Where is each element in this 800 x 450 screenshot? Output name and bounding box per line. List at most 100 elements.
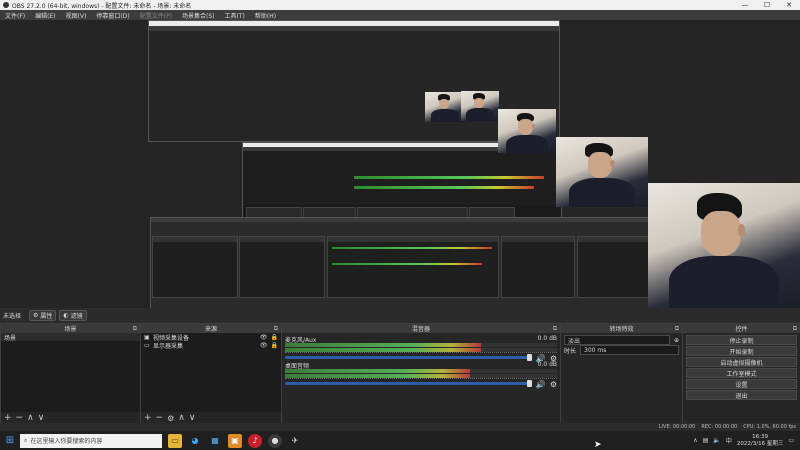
ime-icon[interactable]: 中 (726, 436, 732, 445)
tray-chevron-icon[interactable]: ∧ (693, 437, 697, 444)
undock-icon[interactable]: ⧉ (274, 325, 278, 333)
cpu-status: CPU: 1.0%, 60.00 fps (743, 424, 796, 430)
controls-title: 控件 (735, 326, 748, 333)
edge-icon[interactable]: ◕ (188, 434, 202, 448)
audio-mixer-dock: 混音器 ⧉ 麦克风/Aux 0.0 dB 🔊 ⚙ 桌面音频 0.0 dB 🔊 ⚙ (281, 323, 561, 425)
menu-file[interactable]: 文件(F) (0, 11, 30, 20)
window-titlebar: OBS 27.2.0 (64-bit, windows) - 配置文件: 未命名… (0, 0, 800, 10)
duration-input[interactable]: 300 ms (580, 345, 679, 355)
menu-help[interactable]: 帮助(H) (250, 11, 281, 20)
obs-taskbar-icon[interactable]: ● (268, 433, 282, 448)
network-icon[interactable]: ▤ (703, 437, 709, 444)
move-down-icon[interactable]: ∨ (38, 413, 45, 423)
taskbar-search[interactable]: ⌕ 在这里输入你要搜索的内容 (20, 433, 162, 448)
volume-slider[interactable] (285, 354, 532, 361)
netease-music-icon[interactable]: ♪ (248, 433, 262, 448)
filters-button[interactable]: ◐ 滤镜 (59, 310, 87, 321)
monitor-icon: ▭ (144, 341, 150, 349)
taskbar-clock[interactable]: 16:39 2022/3/16 星期三 (737, 434, 783, 448)
preview-canvas[interactable] (0, 20, 800, 308)
close-button[interactable]: ✕ (778, 1, 800, 9)
transitions-dock: 转场特效 ⧉ 淡出 ⊕ 时长 300 ms (560, 323, 683, 425)
scenes-title: 场景 (64, 326, 77, 333)
channel-db: 0.0 dB (537, 335, 557, 342)
webcam-thumb-1 (556, 137, 648, 207)
media-app-icon[interactable]: ✈ (288, 434, 302, 448)
virtual-camera-button[interactable]: 启动虚拟摄像机 (686, 357, 797, 367)
app-orange-icon[interactable]: ▣ (228, 433, 242, 448)
system-tray: ∧ ▤ 🔈 中 16:39 2022/3/16 星期三 ▭ (693, 434, 800, 448)
add-icon[interactable]: ⊕ (674, 337, 679, 344)
menu-edit[interactable]: 编辑(E) (30, 11, 60, 20)
exit-button[interactable]: 退出 (686, 390, 797, 400)
transition-select[interactable]: 淡出 (564, 335, 670, 345)
studio-mode-button[interactable]: 工作室模式 (686, 368, 797, 378)
gear-icon[interactable]: ⚙ (550, 380, 557, 389)
speaker-icon[interactable]: 🔊 (536, 380, 546, 389)
windows-start-icon[interactable]: ⊞ (0, 435, 20, 446)
scene-item[interactable]: 场景 (1, 333, 140, 342)
webcam-main (648, 183, 800, 308)
notification-icon[interactable]: ▭ (788, 437, 794, 444)
lock-icon[interactable]: 🔒 (271, 334, 278, 341)
duration-label: 时长 (564, 347, 577, 355)
obs-logo-icon (3, 2, 9, 8)
menu-view[interactable]: 视图(V) (61, 11, 92, 20)
undock-icon[interactable]: ⧉ (553, 325, 557, 333)
gear-icon[interactable]: ⚙ (167, 414, 174, 423)
transitions-title: 转场特效 (609, 326, 634, 333)
undock-icon[interactable]: ⧉ (133, 325, 137, 333)
minimize-button[interactable]: — (734, 1, 756, 9)
search-icon: ⌕ (24, 436, 28, 444)
controls-dock: 控件 ⧉ 停止录制 开始录制 启动虚拟摄像机 工作室模式 设置 退出 (682, 323, 800, 425)
remove-scene-icon[interactable]: − (16, 413, 24, 423)
webcam-thumb-2 (498, 109, 556, 153)
add-scene-icon[interactable]: + (4, 413, 12, 423)
lock-icon[interactable]: 🔒 (271, 342, 278, 349)
store-icon[interactable]: ▦ (208, 434, 222, 448)
stop-recording-button[interactable]: 停止录制 (686, 335, 797, 345)
slider-knob[interactable] (527, 354, 532, 361)
maximize-button[interactable]: ☐ (756, 1, 778, 9)
undock-icon[interactable]: ⧉ (675, 325, 679, 333)
volume-icon[interactable]: 🔈 (713, 437, 720, 444)
filter-icon: ◐ (63, 312, 69, 319)
live-status: LIVE: 00:00:00 (658, 424, 696, 430)
source-item[interactable]: ▭ 显示器采集 👁 🔒 (141, 341, 281, 350)
eye-icon[interactable]: 👁 (260, 334, 268, 341)
windows-taskbar: ⊞ ⌕ 在这里输入你要搜索的内容 ▭ ◕ ▦ ▣ ♪ ● ✈ ∧ ▤ 🔈 中 16… (0, 431, 800, 450)
rec-status: REC: 00:00:00 (701, 424, 738, 430)
menu-scene-collection[interactable]: 场景集合(S) (177, 11, 220, 20)
settings-button[interactable]: 设置 (686, 379, 797, 389)
move-down-icon[interactable]: ∨ (189, 413, 196, 423)
menu-profile[interactable]: 配置文件(P) (135, 11, 177, 20)
mixer-channel-desktop: 桌面音频 0.0 dB 🔊 ⚙ (285, 361, 557, 389)
remove-source-icon[interactable]: − (156, 413, 164, 423)
level-meter (285, 343, 481, 347)
webcam-thumb-4 (425, 92, 465, 122)
sources-dock: 来源 ⧉ ▣ 视频采集设备 👁 🔒 ▭ 显示器采集 👁 🔒 + − ⚙ ∧ ∨ (140, 323, 282, 425)
nested-obs-window (150, 217, 652, 308)
webcam-thumb-3 (461, 91, 499, 121)
menu-docks[interactable]: 停靠窗口(D) (91, 11, 134, 20)
sources-title: 来源 (204, 326, 217, 333)
scene-toolbar: 未选择 ⚙ 属性 ◐ 滤镜 (0, 309, 800, 322)
scenes-dock: 场景 ⧉ 场景 + − ∧ ∨ (0, 323, 141, 425)
mixer-channel-mic: 麦克风/Aux 0.0 dB 🔊 ⚙ (285, 335, 557, 363)
volume-slider[interactable] (285, 380, 532, 387)
undock-icon[interactable]: ⧉ (793, 325, 797, 333)
menu-bar: 文件(F) 编辑(E) 视图(V) 停靠窗口(D) 配置文件(P) 场景集合(S… (0, 10, 800, 20)
move-up-icon[interactable]: ∧ (178, 413, 185, 423)
move-up-icon[interactable]: ∧ (27, 413, 34, 423)
file-explorer-icon[interactable]: ▭ (168, 433, 182, 448)
level-meter (285, 369, 470, 373)
eye-icon[interactable]: 👁 (260, 342, 268, 349)
channel-db: 0.0 dB (537, 361, 557, 368)
slider-knob[interactable] (527, 380, 532, 387)
mouse-cursor-icon: ➤ (594, 440, 602, 450)
properties-button[interactable]: ⚙ 属性 (29, 310, 57, 321)
menu-tools[interactable]: 工具(T) (220, 11, 250, 20)
add-source-icon[interactable]: + (144, 413, 152, 423)
mixer-title: 混音器 (411, 326, 430, 333)
start-recording-button[interactable]: 开始录制 (686, 346, 797, 356)
